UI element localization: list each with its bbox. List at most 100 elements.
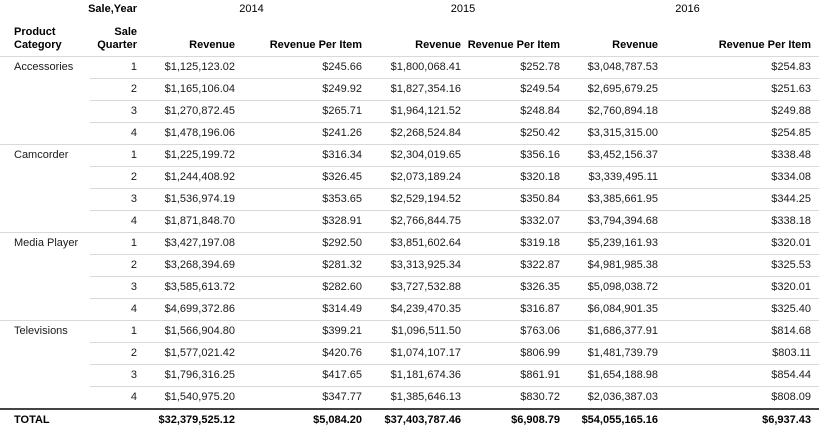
quarter-cell: 1 [90,321,139,343]
category-cell: Accessories [0,57,90,145]
revenue-cell-2016: $5,098,038.72 [562,277,660,299]
quarter-cell: 1 [90,57,139,79]
revenue-per-item-cell-2016: $325.40 [660,299,819,321]
table-row: 2$3,268,394.69$281.32$3,313,925.34$322.8… [0,255,819,277]
revenue-per-item-cell-2016: $344.25 [660,189,819,211]
revenue-per-item-cell-2016: $338.48 [660,145,819,167]
revenue-cell-2015: $1,074,107.17 [364,343,463,365]
quarter-cell: 3 [90,277,139,299]
revenue-cell-2014: $3,585,613.72 [139,277,237,299]
sale-quarter-label: Sale Quarter [90,20,139,57]
revenue-header-2016: Revenue [562,20,660,57]
revenue-per-item-cell-2016: $338.18 [660,211,819,233]
pivot-table: Sale,Year 2014 2015 2016 Product Categor… [0,0,819,432]
category-cell: Media Player [0,233,90,321]
revenue-cell-2014: $1,478,196.06 [139,123,237,145]
table-row: 2$1,244,408.92$326.45$2,073,189.24$320.1… [0,167,819,189]
total-row: TOTAL $32,379,525.12$5,084.20$37,403,787… [0,409,819,432]
measure-header-row: Product Category Sale Quarter Revenue Re… [0,20,819,57]
year-header-2016: 2016 [562,0,819,20]
revenue-per-item-cell-2014: $420.76 [237,343,364,365]
revenue-header-2015: Revenue [364,20,463,57]
quarter-cell: 4 [90,299,139,321]
revenue-per-item-cell-2016: $254.85 [660,123,819,145]
revenue-per-item-cell-2014: $314.49 [237,299,364,321]
revenue-cell-2015: $3,313,925.34 [364,255,463,277]
revenue-per-item-cell-2014: $281.32 [237,255,364,277]
table-row: 4$1,478,196.06$241.26$2,268,524.84$250.4… [0,123,819,145]
revenue-per-item-cell-2015: $332.07 [463,211,562,233]
quarter-cell: 2 [90,79,139,101]
revenue-cell-2016: $4,981,985.38 [562,255,660,277]
revenue-cell-2014: $1,577,021.42 [139,343,237,365]
revenue-per-item-cell-2016: $320.01 [660,233,819,255]
revenue-cell-2015: $2,529,194.52 [364,189,463,211]
total-revenue-cell-2015: $37,403,787.46 [364,409,463,432]
category-cell: Camcorder [0,145,90,233]
revenue-cell-2014: $1,540,975.20 [139,387,237,410]
table-row: Accessories1$1,125,123.02$245.66$1,800,0… [0,57,819,79]
quarter-cell: 3 [90,101,139,123]
revenue-cell-2015: $1,181,674.36 [364,365,463,387]
report-canvas: Sale,Year 2014 2015 2016 Product Categor… [0,0,819,443]
revenue-cell-2014: $1,165,106.04 [139,79,237,101]
table-row: 4$1,871,848.70$328.91$2,766,844.75$332.0… [0,211,819,233]
revenue-per-item-cell-2015: $356.16 [463,145,562,167]
revenue-per-item-cell-2016: $249.88 [660,101,819,123]
revenue-cell-2016: $3,315,315.00 [562,123,660,145]
table-row: 2$1,165,106.04$249.92$1,827,354.16$249.5… [0,79,819,101]
revenue-per-item-cell-2015: $806.99 [463,343,562,365]
revenue-cell-2015: $2,304,019.65 [364,145,463,167]
revenue-cell-2016: $3,452,156.37 [562,145,660,167]
revenue-per-item-cell-2015: $763.06 [463,321,562,343]
revenue-cell-2015: $4,239,470.35 [364,299,463,321]
revenue-per-item-header-2016: Revenue Per Item [660,20,819,57]
total-revenue-cell-2016: $54,055,165.16 [562,409,660,432]
revenue-per-item-cell-2014: $241.26 [237,123,364,145]
revenue-cell-2016: $1,686,377.91 [562,321,660,343]
revenue-per-item-cell-2016: $854.44 [660,365,819,387]
revenue-cell-2016: $3,048,787.53 [562,57,660,79]
table-row: 4$4,699,372.86$314.49$4,239,470.35$316.8… [0,299,819,321]
category-group: Televisions1$1,566,904.80$399.21$1,096,5… [0,321,819,410]
revenue-cell-2016: $6,084,901.35 [562,299,660,321]
revenue-per-item-header-2015: Revenue Per Item [463,20,562,57]
category-group: Camcorder1$1,225,199.72$316.34$2,304,019… [0,145,819,233]
quarter-cell: 2 [90,343,139,365]
revenue-per-item-cell-2014: $347.77 [237,387,364,410]
row-dimension-label: Sale,Year [0,0,139,20]
revenue-per-item-cell-2014: $245.66 [237,57,364,79]
revenue-per-item-cell-2016: $334.08 [660,167,819,189]
revenue-cell-2016: $3,794,394.68 [562,211,660,233]
revenue-per-item-cell-2016: $254.83 [660,57,819,79]
category-cell: Televisions [0,321,90,410]
revenue-per-item-cell-2015: $320.18 [463,167,562,189]
category-group: Accessories1$1,125,123.02$245.66$1,800,0… [0,57,819,145]
revenue-per-item-cell-2015: $249.54 [463,79,562,101]
revenue-cell-2015: $3,727,532.88 [364,277,463,299]
revenue-per-item-cell-2014: $292.50 [237,233,364,255]
quarter-cell: 3 [90,365,139,387]
year-header-2015: 2015 [364,0,562,20]
revenue-per-item-cell-2014: $353.65 [237,189,364,211]
revenue-per-item-cell-2015: $350.84 [463,189,562,211]
table-row: Media Player1$3,427,197.08$292.50$3,851,… [0,233,819,255]
revenue-cell-2014: $1,536,974.19 [139,189,237,211]
revenue-per-item-cell-2015: $322.87 [463,255,562,277]
revenue-cell-2014: $1,270,872.45 [139,101,237,123]
revenue-per-item-cell-2016: $808.09 [660,387,819,410]
revenue-per-item-cell-2016: $814.68 [660,321,819,343]
revenue-cell-2016: $5,239,161.93 [562,233,660,255]
revenue-cell-2015: $1,964,121.52 [364,101,463,123]
quarter-cell: 4 [90,387,139,410]
revenue-cell-2015: $2,268,524.84 [364,123,463,145]
total-revenue-per-item-cell-2014: $5,084.20 [237,409,364,432]
revenue-cell-2014: $1,244,408.92 [139,167,237,189]
table-row: Camcorder1$1,225,199.72$316.34$2,304,019… [0,145,819,167]
revenue-per-item-cell-2014: $265.71 [237,101,364,123]
table-row: 3$1,270,872.45$265.71$1,964,121.52$248.8… [0,101,819,123]
revenue-per-item-cell-2015: $316.87 [463,299,562,321]
revenue-per-item-cell-2016: $251.63 [660,79,819,101]
revenue-cell-2014: $1,125,123.02 [139,57,237,79]
quarter-cell: 1 [90,233,139,255]
